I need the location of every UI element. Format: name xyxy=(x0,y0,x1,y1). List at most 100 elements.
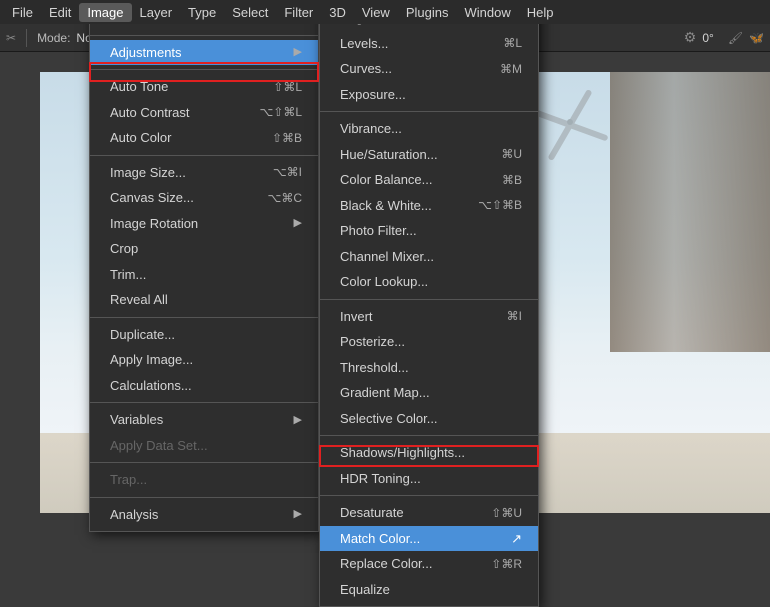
menu-crop[interactable]: Crop xyxy=(90,236,318,262)
menu-curves[interactable]: Curves... ⌘M xyxy=(320,56,538,82)
menubar: File Edit Image Layer Type Select Filter… xyxy=(0,0,770,24)
menubar-edit[interactable]: Edit xyxy=(41,3,79,22)
gradient-map-label: Gradient Map... xyxy=(340,383,430,403)
menubar-help[interactable]: Help xyxy=(519,3,562,22)
adjustments-label: Adjustments xyxy=(110,43,182,63)
menu-analysis[interactable]: Analysis ▶ xyxy=(90,502,318,528)
tool-icon: ✂ xyxy=(6,31,16,45)
image-rotation-arrow: ▶ xyxy=(294,215,302,232)
image-rotation-label: Image Rotation xyxy=(110,214,198,234)
menu-variables[interactable]: Variables ▶ xyxy=(90,407,318,433)
replace-color-label: Replace Color... xyxy=(340,554,433,574)
menubar-filter[interactable]: Filter xyxy=(276,3,321,22)
channel-mixer-label: Channel Mixer... xyxy=(340,247,434,267)
menubar-view[interactable]: View xyxy=(354,3,398,22)
menu-color-lookup[interactable]: Color Lookup... xyxy=(320,269,538,295)
replace-color-shortcut: ⇧⌘R xyxy=(491,555,522,573)
analysis-arrow: ▶ xyxy=(294,506,302,523)
auto-color-label: Auto Color xyxy=(110,128,171,148)
menu-duplicate[interactable]: Duplicate... xyxy=(90,322,318,348)
menu-black-white[interactable]: Black & White... ⌥⇧⌘B xyxy=(320,193,538,219)
posterize-label: Posterize... xyxy=(340,332,405,352)
menu-channel-mixer[interactable]: Channel Mixer... xyxy=(320,244,538,270)
menu-auto-color[interactable]: Auto Color ⇧⌘B xyxy=(90,125,318,151)
auto-contrast-shortcut: ⌥⇧⌘L xyxy=(259,103,302,121)
invert-shortcut: ⌘I xyxy=(507,307,522,325)
hdr-toning-label: HDR Toning... xyxy=(340,469,421,489)
menu-invert[interactable]: Invert ⌘I xyxy=(320,304,538,330)
mode-label: Mode: xyxy=(37,31,70,45)
menu-posterize[interactable]: Posterize... xyxy=(320,329,538,355)
canvas-size-label: Canvas Size... xyxy=(110,188,194,208)
menu-vibrance[interactable]: Vibrance... xyxy=(320,116,538,142)
color-balance-label: Color Balance... xyxy=(340,170,433,190)
sep5 xyxy=(90,402,318,403)
menubar-select[interactable]: Select xyxy=(224,3,276,22)
menu-reveal-all[interactable]: Reveal All xyxy=(90,287,318,313)
menubar-window[interactable]: Window xyxy=(456,3,518,22)
gear-icon[interactable]: ⚙ xyxy=(684,29,697,46)
menu-auto-contrast[interactable]: Auto Contrast ⌥⇧⌘L xyxy=(90,100,318,126)
black-white-label: Black & White... xyxy=(340,196,432,216)
butterfly-icon: 🦋 xyxy=(749,31,764,45)
menu-image-rotation[interactable]: Image Rotation ▶ xyxy=(90,211,318,237)
menu-image-size[interactable]: Image Size... ⌥⌘I xyxy=(90,160,318,186)
menubar-plugins[interactable]: Plugins xyxy=(398,3,457,22)
menu-replace-color[interactable]: Replace Color... ⇧⌘R xyxy=(320,551,538,577)
menu-threshold[interactable]: Threshold... xyxy=(320,355,538,381)
menu-shadows-highlights[interactable]: Shadows/Highlights... xyxy=(320,440,538,466)
black-white-shortcut: ⌥⇧⌘B xyxy=(478,196,522,214)
trim-label: Trim... xyxy=(110,265,146,285)
equalize-label: Equalize xyxy=(340,580,390,600)
menu-selective-color[interactable]: Selective Color... xyxy=(320,406,538,432)
menu-trim[interactable]: Trim... xyxy=(90,262,318,288)
menu-apply-image[interactable]: Apply Image... xyxy=(90,347,318,373)
menubar-image[interactable]: Image xyxy=(79,3,131,22)
image-size-shortcut: ⌥⌘I xyxy=(273,163,302,181)
menu-levels[interactable]: Levels... ⌘L xyxy=(320,31,538,57)
menubar-file[interactable]: File xyxy=(4,3,41,22)
menubar-layer[interactable]: Layer xyxy=(132,3,181,22)
apply-data-set-label: Apply Data Set... xyxy=(110,436,208,456)
canvas-size-shortcut: ⌥⌘C xyxy=(268,189,303,207)
color-lookup-label: Color Lookup... xyxy=(340,272,428,292)
menu-calculations[interactable]: Calculations... xyxy=(90,373,318,399)
menu-exposure[interactable]: Exposure... xyxy=(320,82,538,108)
menu-photo-filter[interactable]: Photo Filter... xyxy=(320,218,538,244)
menu-color-balance[interactable]: Color Balance... ⌘B xyxy=(320,167,538,193)
brush-icon: 🖌 xyxy=(728,31,743,45)
angle-value: 0° xyxy=(702,31,713,45)
photo-filter-label: Photo Filter... xyxy=(340,221,417,241)
menu-trap: Trap... xyxy=(90,467,318,493)
levels-shortcut: ⌘L xyxy=(503,34,522,52)
menu-canvas-size[interactable]: Canvas Size... ⌥⌘C xyxy=(90,185,318,211)
menu-auto-tone[interactable]: Auto Tone ⇧⌘L xyxy=(90,74,318,100)
threshold-label: Threshold... xyxy=(340,358,409,378)
selective-color-label: Selective Color... xyxy=(340,409,438,429)
apply-image-label: Apply Image... xyxy=(110,350,193,370)
menu-equalize[interactable]: Equalize xyxy=(320,577,538,603)
menu-hdr-toning[interactable]: HDR Toning... xyxy=(320,466,538,492)
cursor-indicator: ↗ xyxy=(511,529,522,549)
trap-label: Trap... xyxy=(110,470,147,490)
curves-label: Curves... xyxy=(340,59,392,79)
auto-tone-shortcut: ⇧⌘L xyxy=(273,78,302,96)
toolbar-separator xyxy=(26,29,27,47)
analysis-label: Analysis xyxy=(110,505,158,525)
hue-saturation-shortcut: ⌘U xyxy=(501,145,522,163)
menu-adjustments[interactable]: Adjustments ▶ xyxy=(90,40,318,66)
variables-arrow: ▶ xyxy=(294,412,302,429)
menubar-type[interactable]: Type xyxy=(180,3,224,22)
menu-hue-saturation[interactable]: Hue/Saturation... ⌘U xyxy=(320,142,538,168)
match-color-label: Match Color... xyxy=(340,529,420,549)
menubar-3d[interactable]: 3D xyxy=(321,3,354,22)
adj-sep3 xyxy=(320,435,538,436)
menu-match-color[interactable]: Match Color... ↗ xyxy=(320,526,538,552)
menu-apply-data-set: Apply Data Set... xyxy=(90,433,318,459)
duplicate-label: Duplicate... xyxy=(110,325,175,345)
auto-color-shortcut: ⇧⌘B xyxy=(272,129,302,147)
invert-label: Invert xyxy=(340,307,373,327)
sep2 xyxy=(90,69,318,70)
exposure-label: Exposure... xyxy=(340,85,406,105)
menu-gradient-map[interactable]: Gradient Map... xyxy=(320,380,538,406)
